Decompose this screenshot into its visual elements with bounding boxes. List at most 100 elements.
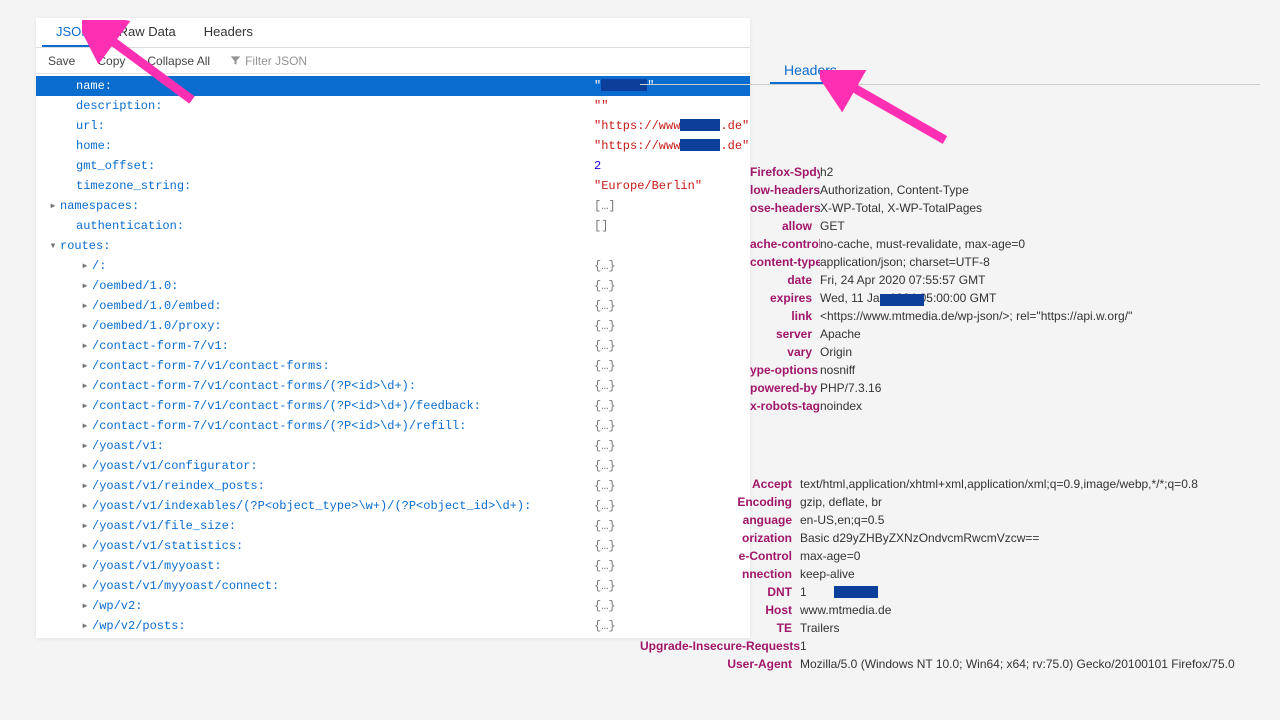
twisty-icon[interactable]: ▸ [80,536,90,556]
json-key: /yoast/v1/myyoast: [92,556,222,576]
headers-panel: Headers Firefox-Spdyh2low-headersAuthori… [640,56,1260,673]
twisty-icon[interactable]: ▸ [80,396,90,416]
header-name: link [750,307,820,325]
header-value: max-age=0 [800,547,860,565]
json-key: gmt_offset: [76,156,155,176]
twisty-icon[interactable]: ▸ [80,316,90,336]
header-name: orization [640,529,800,547]
twisty-icon[interactable]: ▸ [80,616,90,636]
header-row: ache-controlno-cache, must-revalidate, m… [750,235,1260,253]
json-key: /yoast/v1/indexables/(?P<object_type>\w+… [92,496,531,516]
header-name: content-type [750,253,820,271]
json-key: /yoast/v1: [92,436,164,456]
twisty-icon[interactable]: ▸ [48,196,58,216]
twisty-icon[interactable]: ▸ [80,516,90,536]
header-value: application/json; charset=UTF-8 [820,253,990,271]
twisty-icon[interactable]: ▸ [80,256,90,276]
header-name: TE [640,619,800,637]
json-key: routes: [60,236,110,256]
header-row: nnectionkeep-alive [640,565,1260,583]
twisty-icon[interactable]: ▸ [80,376,90,396]
header-value: www.mtmedia.de [800,601,891,619]
header-row: Encodinggzip, deflate, br [640,493,1260,511]
right-tabbar: Headers [640,56,1260,85]
json-key: url: [76,116,105,136]
funnel-icon [230,55,241,66]
json-key: /contact-form-7/v1/contact-forms/(?P<id>… [92,376,416,396]
header-name: Host [640,601,800,619]
header-row: content-typeapplication/json; charset=UT… [750,253,1260,271]
json-key: /yoast/v1/file_size: [92,516,236,536]
header-value: nosniff [820,361,855,379]
request-headers: Accepttext/html,application/xhtml+xml,ap… [640,475,1260,673]
header-name: anguage [640,511,800,529]
json-key: /yoast/v1/configurator: [92,456,258,476]
header-value: Origin [820,343,852,361]
header-value: text/html,application/xhtml+xml,applicat… [800,475,1198,493]
header-value: Apache [820,325,861,343]
tab-headers-right[interactable]: Headers [770,56,851,84]
header-value: X-WP-Total, X-WP-TotalPages [820,199,982,217]
twisty-icon[interactable]: ▸ [80,476,90,496]
header-value: Authorization, Content-Type [820,181,969,199]
json-key: /wp/v2: [92,596,142,616]
header-value: Fri, 24 Apr 2020 07:55:57 GMT [820,271,985,289]
header-value: PHP/7.3.16 [820,379,881,397]
header-row: powered-byPHP/7.3.16 [750,379,1260,397]
header-row: Accepttext/html,application/xhtml+xml,ap… [640,475,1260,493]
twisty-icon[interactable]: ▸ [80,496,90,516]
header-row: allowGET [750,217,1260,235]
copy-button[interactable]: Copy [89,51,133,71]
json-key: /oembed/1.0/embed: [92,296,222,316]
json-key: /yoast/v1/reindex_posts: [92,476,265,496]
header-row: DNT1 [640,583,1260,601]
collapse-all-button[interactable]: Collapse All [139,51,218,71]
header-row: dateFri, 24 Apr 2020 07:55:57 GMT [750,271,1260,289]
header-name: expires [750,289,820,307]
header-row: varyOrigin [750,343,1260,361]
header-value: en-US,en;q=0.5 [800,511,884,529]
header-value: Wed, 11 Jan 1984 05:00:00 GMT [820,289,1040,307]
json-key: authentication: [76,216,184,236]
tab-headers-left[interactable]: Headers [190,18,267,47]
twisty-icon[interactable]: ▸ [80,456,90,476]
twisty-icon[interactable]: ▸ [80,276,90,296]
json-key: /yoast/v1/statistics: [92,536,243,556]
twisty-icon[interactable]: ▸ [80,576,90,596]
save-button[interactable]: Save [40,51,83,71]
header-name: allow [750,217,820,235]
twisty-icon[interactable]: ▸ [80,416,90,436]
json-key: timezone_string: [76,176,191,196]
header-name: User-Agent [640,655,800,673]
filter-placeholder: Filter JSON [245,54,307,68]
twisty-icon[interactable]: ▸ [80,436,90,456]
redacted-value [834,586,878,598]
twisty-icon[interactable]: ▸ [80,596,90,616]
header-value: keep-alive [800,565,855,583]
tab-json[interactable]: JSON [42,18,105,47]
header-row: expiresWed, 11 Jan 1984 05:00:00 GMT [750,289,1260,307]
filter-box[interactable]: Filter JSON [230,54,307,68]
header-row: User-AgentMozilla/5.0 (Windows NT 10.0; … [640,655,1260,673]
tab-raw-data[interactable]: Raw Data [105,18,190,47]
twisty-icon[interactable]: ▸ [80,556,90,576]
json-key: /contact-form-7/v1: [92,336,229,356]
twisty-icon[interactable]: ▸ [80,336,90,356]
header-row: anguageen-US,en;q=0.5 [640,511,1260,529]
response-headers: Firefox-Spdyh2low-headersAuthorization, … [640,163,1260,415]
header-row: ose-headersX-WP-Total, X-WP-TotalPages [750,199,1260,217]
twisty-icon[interactable]: ▸ [80,296,90,316]
twisty-icon[interactable]: ▸ [80,356,90,376]
header-name: DNT [640,583,800,601]
twisty-icon[interactable]: ▾ [48,236,58,256]
header-row: e-Controlmax-age=0 [640,547,1260,565]
header-row: link<https://www.mtmedia.de/wp-json/>; r… [750,307,1260,325]
json-key: description: [76,96,162,116]
header-row: ype-optionsnosniff [750,361,1260,379]
json-key: /wp/v2/posts: [92,616,186,636]
header-row: Hostwww.mtmedia.de [640,601,1260,619]
header-name: x-robots-tag [750,397,820,415]
header-name: Encoding [640,493,800,511]
header-name: server [750,325,820,343]
header-name: ache-control [750,235,820,253]
